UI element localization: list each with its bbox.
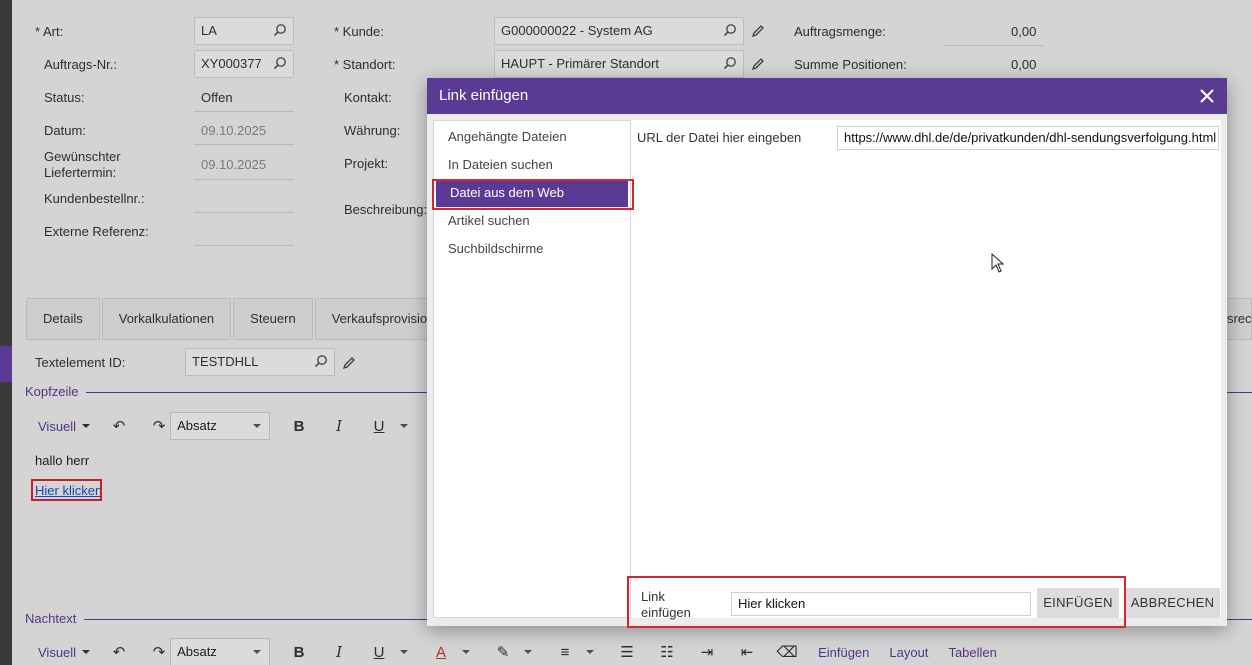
- menu-item-search-files[interactable]: In Dateien suchen: [434, 151, 630, 179]
- cancel-button[interactable]: ABBRECHEN: [1125, 588, 1220, 618]
- active-menu-highlight: [432, 179, 634, 210]
- url-label: URL der Datei hier eingeben: [637, 130, 802, 145]
- source-content: URL der Datei hier eingeben https://www.…: [631, 120, 1221, 618]
- mouse-cursor-icon: [991, 253, 1005, 273]
- menu-item-search-articles[interactable]: Artikel suchen: [434, 207, 630, 235]
- left-rail-accent: [0, 346, 12, 382]
- close-icon[interactable]: [1199, 88, 1215, 104]
- menu-item-attached-files[interactable]: Angehängte Dateien: [434, 123, 630, 151]
- dialog-header: Link einfügen: [427, 78, 1227, 114]
- link-insert-dialog: Link einfügen Angehängte Dateien In Date…: [427, 78, 1227, 626]
- menu-item-search-screens[interactable]: Suchbildschirme: [434, 235, 630, 263]
- left-rail: [0, 0, 12, 665]
- dialog-title: Link einfügen: [439, 87, 529, 104]
- footer-highlight: [627, 576, 1126, 628]
- url-input[interactable]: https://www.dhl.de/de/privatkunden/dhl-s…: [837, 126, 1219, 150]
